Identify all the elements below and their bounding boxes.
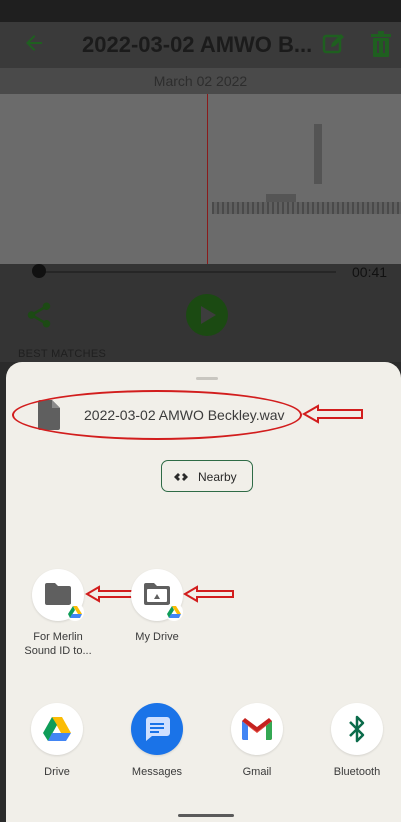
nearby-label: Nearby	[198, 470, 237, 484]
recording-title: 2022-03-02 AMWO B...	[82, 32, 312, 57]
annotation-oval	[12, 390, 302, 440]
best-matches-heading: BEST MATCHES	[18, 348, 107, 360]
shared-file-row: 2022-03-02 AMWO Beckley.wav	[6, 362, 401, 452]
duration-label: 00:41	[352, 264, 388, 280]
spectrogram-signal	[266, 194, 296, 202]
app-label: Drive	[44, 766, 70, 778]
annotation-arrow-icon	[183, 585, 234, 603]
delete-icon[interactable]	[370, 31, 392, 57]
app-label: Gmail	[242, 766, 272, 778]
share-target-my-drive[interactable]: My Drive	[131, 569, 211, 659]
drive-badge-icon	[165, 603, 183, 621]
app-label: Messages	[131, 766, 183, 778]
spectrogram-noise	[212, 202, 401, 214]
annotation-arrow-icon	[85, 585, 136, 603]
share-target-merlin-folder[interactable]: For Merlin Sound ID to...	[24, 569, 112, 659]
spectrogram-signal	[314, 124, 322, 184]
share-app-gmail[interactable]: Gmail	[217, 703, 297, 783]
drive-badge-icon	[66, 603, 84, 621]
play-icon	[201, 306, 216, 324]
play-button[interactable]	[186, 294, 228, 336]
app-circle	[131, 703, 183, 755]
status-bar	[0, 0, 401, 22]
app-label: Bluetooth	[333, 766, 381, 778]
recording-date: March 02 2022	[153, 73, 248, 89]
gesture-nav-bar[interactable]	[178, 814, 234, 817]
bluetooth-icon	[349, 715, 365, 743]
playhead-line	[207, 94, 208, 264]
share-sheet: 2022-03-02 AMWO Beckley.wav Nearby For M…	[6, 362, 401, 822]
back-arrow-icon[interactable]	[22, 31, 50, 59]
spectrogram[interactable]	[0, 94, 401, 264]
drive-folder-icon	[144, 583, 170, 605]
google-drive-icon	[43, 717, 71, 741]
app-circle	[231, 703, 283, 755]
nearby-icon	[174, 473, 188, 481]
seek-track[interactable]	[38, 271, 336, 273]
share-app-drive[interactable]: Drive	[17, 703, 97, 783]
seek-knob[interactable]	[32, 264, 46, 278]
edit-icon[interactable]	[322, 32, 346, 56]
date-bar: March 02 2022	[0, 68, 401, 94]
share-app-bluetooth[interactable]: Bluetooth	[317, 703, 397, 783]
app-circle	[331, 703, 383, 755]
folder-icon	[45, 583, 71, 605]
app-bar: 2022-03-02 AMWO B...	[0, 22, 401, 68]
share-icon[interactable]	[24, 300, 54, 330]
gmail-icon	[242, 718, 272, 740]
target-label: For Merlin Sound ID to...	[24, 631, 92, 657]
messages-icon	[146, 717, 170, 741]
target-label: My Drive	[135, 631, 179, 643]
share-app-messages[interactable]: Messages	[117, 703, 197, 783]
nearby-share-button[interactable]: Nearby	[161, 460, 253, 492]
app-circle	[31, 703, 83, 755]
annotation-arrow-icon	[302, 404, 363, 424]
